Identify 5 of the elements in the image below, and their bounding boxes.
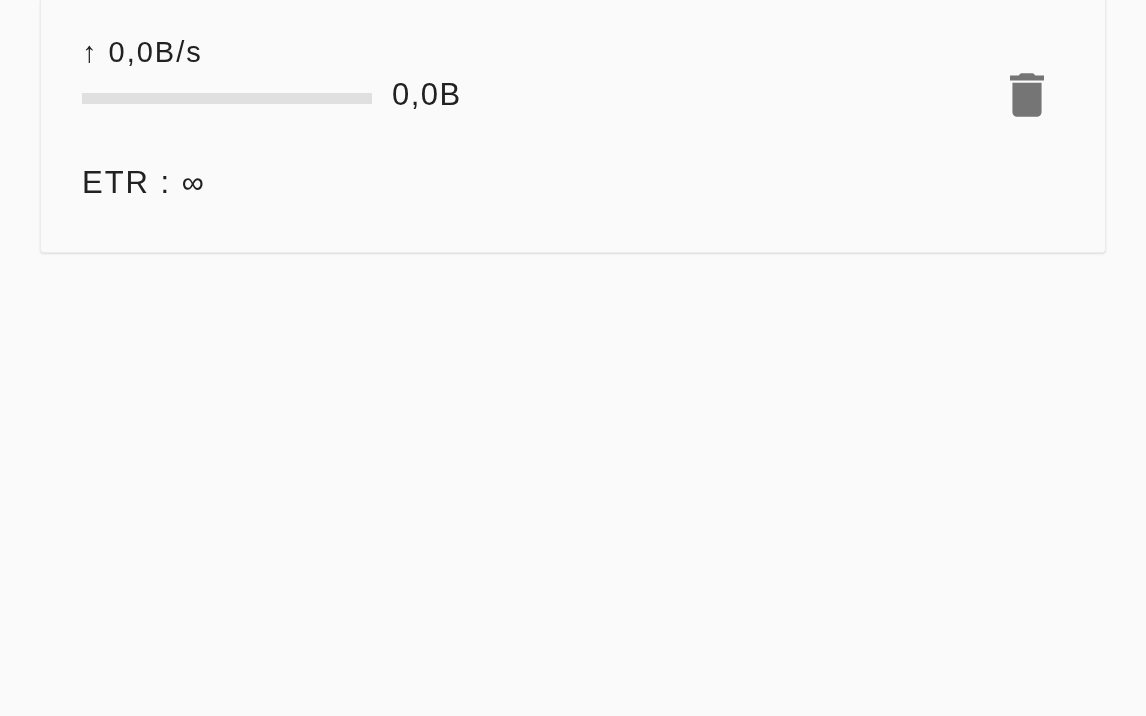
downloaded-size: 0,0B xyxy=(392,77,462,113)
upload-speed: ↑ 0,0B/s xyxy=(82,35,203,69)
delete-button[interactable] xyxy=(1010,73,1044,117)
etr-text: ETR : ∞ xyxy=(82,165,206,201)
trash-icon xyxy=(1010,73,1044,117)
